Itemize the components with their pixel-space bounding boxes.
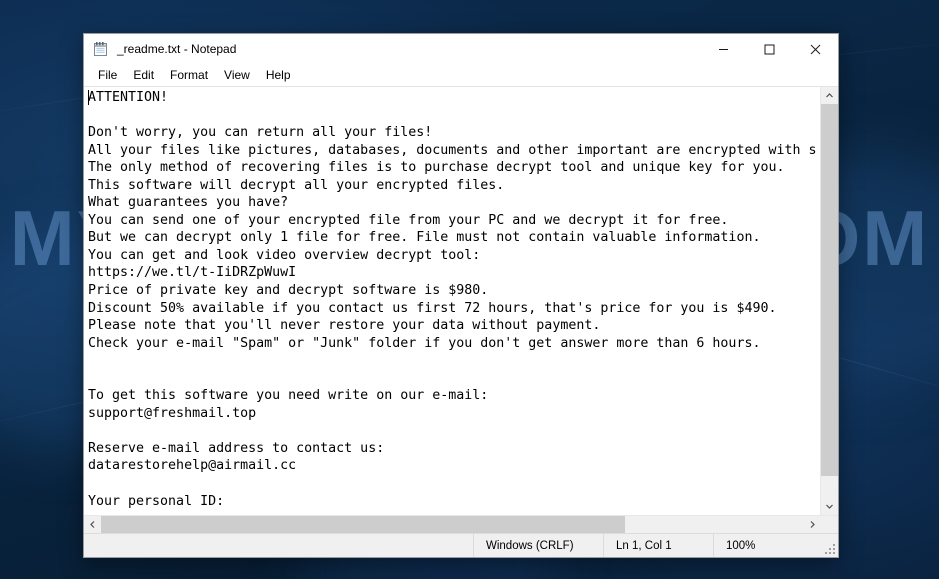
notepad-window: _readme.txt - Notepad File Edit Format V… xyxy=(83,33,839,558)
menu-item-format[interactable]: Format xyxy=(162,66,216,84)
horizontal-scrollbar[interactable] xyxy=(84,515,838,533)
vertical-scroll-thumb[interactable] xyxy=(821,104,838,476)
ransom-note-text: ATTENTION! Don't worry, you can return a… xyxy=(88,90,817,509)
minimize-button[interactable] xyxy=(700,34,746,64)
menu-item-help[interactable]: Help xyxy=(258,66,299,84)
chevron-down-icon xyxy=(826,504,833,509)
scroll-left-button[interactable] xyxy=(84,516,101,533)
scroll-up-button[interactable] xyxy=(821,87,838,104)
chevron-right-icon xyxy=(810,521,815,528)
status-zoom-level: 100% xyxy=(713,534,838,557)
close-icon xyxy=(810,44,820,54)
window-title: _readme.txt - Notepad xyxy=(117,42,237,56)
chevron-up-icon xyxy=(826,93,833,98)
menu-item-edit[interactable]: Edit xyxy=(125,66,162,84)
text-caret xyxy=(88,90,89,105)
status-cursor-position: Ln 1, Col 1 xyxy=(603,534,713,557)
menu-bar: File Edit Format View Help xyxy=(84,64,838,86)
notepad-icon xyxy=(93,41,109,57)
window-controls xyxy=(700,34,838,64)
minimize-icon xyxy=(718,48,728,50)
title-bar[interactable]: _readme.txt - Notepad xyxy=(84,34,838,64)
menu-item-file[interactable]: File xyxy=(90,66,125,84)
vertical-scroll-track[interactable] xyxy=(821,104,838,498)
status-bar: Windows (CRLF) Ln 1, Col 1 100% xyxy=(84,533,838,557)
vertical-scrollbar[interactable] xyxy=(820,87,838,515)
scroll-right-button[interactable] xyxy=(804,516,821,533)
menu-item-view[interactable]: View xyxy=(216,66,258,84)
editor-area: ATTENTION! Don't worry, you can return a… xyxy=(84,86,838,515)
horizontal-scroll-track[interactable] xyxy=(101,516,804,533)
horizontal-scroll-thumb[interactable] xyxy=(101,516,625,533)
scroll-down-button[interactable] xyxy=(821,498,838,515)
status-encoding: Windows (CRLF) xyxy=(473,534,603,557)
status-bar-spacer xyxy=(84,534,473,557)
maximize-button[interactable] xyxy=(746,34,792,64)
resize-grip[interactable] xyxy=(823,542,835,554)
maximize-icon xyxy=(764,44,774,54)
chevron-left-icon xyxy=(90,521,95,528)
text-editor[interactable]: ATTENTION! Don't worry, you can return a… xyxy=(84,87,820,515)
close-button[interactable] xyxy=(792,34,838,64)
scrollbar-corner xyxy=(821,516,838,533)
